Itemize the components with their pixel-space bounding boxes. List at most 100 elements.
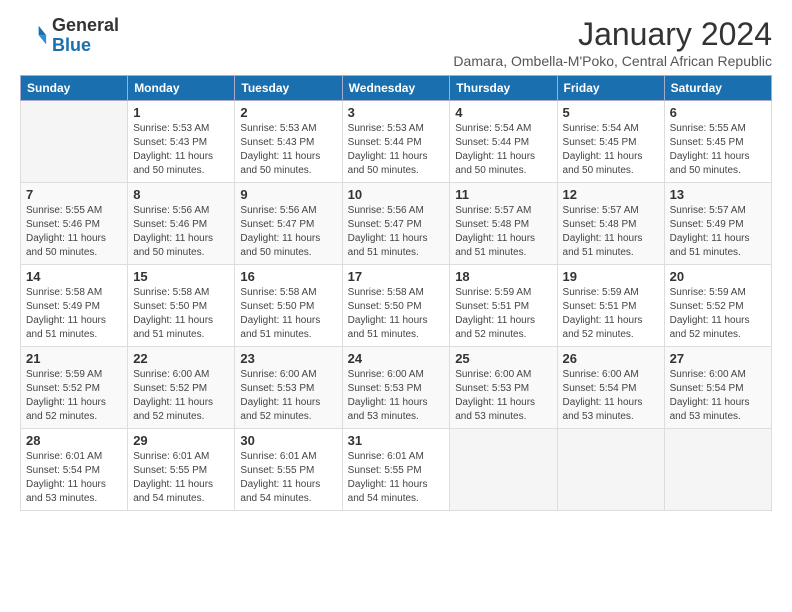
day-info: Sunrise: 5:54 AM Sunset: 5:44 PM Dayligh… <box>455 122 551 178</box>
day-info: Sunrise: 5:57 AM Sunset: 5:48 PM Dayligh… <box>563 204 659 260</box>
day-number: 24 <box>348 351 445 366</box>
week-row-4: 28 Sunrise: 6:01 AM Sunset: 5:54 PM Dayli… <box>21 429 772 511</box>
col-monday: Monday <box>128 76 235 101</box>
day-number: 1 <box>133 105 229 120</box>
day-info: Sunrise: 5:58 AM Sunset: 5:50 PM Dayligh… <box>348 286 445 342</box>
day-cell: 8Sunrise: 5:56 AM Sunset: 5:46 PM Daylig… <box>128 183 235 265</box>
logo-blue: Blue <box>52 35 91 55</box>
day-cell: 28 Sunrise: 6:01 AM Sunset: 5:54 PM Dayli… <box>21 429 128 511</box>
day-number: 20 <box>670 269 766 284</box>
col-tuesday: Tuesday <box>235 76 342 101</box>
day-info: Sunrise: 5:53 AM Sunset: 5:43 PM Dayligh… <box>240 122 336 178</box>
day-number: 27 <box>670 351 766 366</box>
day-number: 25 <box>455 351 551 366</box>
day-info: Sunrise: 5:57 AM Sunset: 5:48 PM Dayligh… <box>455 204 551 260</box>
day-info: Sunrise: 6:00 AM Sunset: 5:54 PM Dayligh… <box>563 368 659 424</box>
day-info: Sunrise: 5:55 AM Sunset: 5:46 PM Dayligh… <box>26 204 122 260</box>
calendar-container: General Blue January 2024 Damara, Ombell… <box>0 0 792 521</box>
day-cell: 25 Sunrise: 6:00 AM Sunset: 5:53 PM Dayli… <box>450 347 557 429</box>
day-number: 11 <box>455 187 551 202</box>
day-info: Sunrise: 6:00 AM Sunset: 5:53 PM Dayligh… <box>348 368 445 424</box>
day-cell: 15 Sunrise: 5:58 AM Sunset: 5:50 PM Dayli… <box>128 265 235 347</box>
day-cell: 24 Sunrise: 6:00 AM Sunset: 5:53 PM Dayli… <box>342 347 450 429</box>
day-number: 4 <box>455 105 551 120</box>
day-cell: 3 Sunrise: 5:53 AM Sunset: 5:44 PM Daylig… <box>342 101 450 183</box>
day-info: Sunrise: 5:53 AM Sunset: 5:44 PM Dayligh… <box>348 122 445 178</box>
day-info: Sunrise: 5:59 AM Sunset: 5:51 PM Dayligh… <box>455 286 551 342</box>
day-info: Sunrise: 5:53 AM Sunset: 5:43 PM Dayligh… <box>133 122 229 178</box>
day-number: 19 <box>563 269 659 284</box>
subtitle: Damara, Ombella-M'Poko, Central African … <box>453 53 772 69</box>
day-cell: 23 Sunrise: 6:00 AM Sunset: 5:53 PM Dayli… <box>235 347 342 429</box>
day-cell: 19 Sunrise: 5:59 AM Sunset: 5:51 PM Dayli… <box>557 265 664 347</box>
title-section: January 2024 Damara, Ombella-M'Poko, Cen… <box>453 16 772 69</box>
day-cell: 12 Sunrise: 5:57 AM Sunset: 5:48 PM Dayli… <box>557 183 664 265</box>
day-cell: 31 Sunrise: 6:01 AM Sunset: 5:55 PM Dayli… <box>342 429 450 511</box>
header: General Blue January 2024 Damara, Ombell… <box>20 16 772 69</box>
day-info: Sunrise: 6:00 AM Sunset: 5:53 PM Dayligh… <box>240 368 336 424</box>
col-saturday: Saturday <box>664 76 771 101</box>
day-info: Sunrise: 5:58 AM Sunset: 5:50 PM Dayligh… <box>133 286 229 342</box>
day-info: Sunrise: 5:59 AM Sunset: 5:52 PM Dayligh… <box>26 368 122 424</box>
calendar-header: Sunday Monday Tuesday Wednesday Thursday… <box>21 76 772 101</box>
day-info: Sunrise: 6:00 AM Sunset: 5:53 PM Dayligh… <box>455 368 551 424</box>
day-number: 26 <box>563 351 659 366</box>
day-number: 14 <box>26 269 122 284</box>
day-number: 5 <box>563 105 659 120</box>
day-cell: 30Sunrise: 6:01 AM Sunset: 5:55 PM Dayli… <box>235 429 342 511</box>
week-row-2: 14Sunrise: 5:58 AM Sunset: 5:49 PM Dayli… <box>21 265 772 347</box>
col-sunday: Sunday <box>21 76 128 101</box>
day-cell <box>21 101 128 183</box>
day-cell: 4 Sunrise: 5:54 AM Sunset: 5:44 PM Daylig… <box>450 101 557 183</box>
week-row-0: 1 Sunrise: 5:53 AM Sunset: 5:43 PM Daylig… <box>21 101 772 183</box>
day-info: Sunrise: 5:58 AM Sunset: 5:50 PM Dayligh… <box>240 286 336 342</box>
day-number: 6 <box>670 105 766 120</box>
col-thursday: Thursday <box>450 76 557 101</box>
day-info: Sunrise: 6:01 AM Sunset: 5:55 PM Dayligh… <box>240 450 336 506</box>
day-cell: 5 Sunrise: 5:54 AM Sunset: 5:45 PM Daylig… <box>557 101 664 183</box>
day-info: Sunrise: 6:01 AM Sunset: 5:55 PM Dayligh… <box>348 450 445 506</box>
day-cell: 21Sunrise: 5:59 AM Sunset: 5:52 PM Dayli… <box>21 347 128 429</box>
day-number: 12 <box>563 187 659 202</box>
day-cell: 7Sunrise: 5:55 AM Sunset: 5:46 PM Daylig… <box>21 183 128 265</box>
day-cell: 27Sunrise: 6:00 AM Sunset: 5:54 PM Dayli… <box>664 347 771 429</box>
day-cell: 26 Sunrise: 6:00 AM Sunset: 5:54 PM Dayli… <box>557 347 664 429</box>
day-cell: 20 Sunrise: 5:59 AM Sunset: 5:52 PM Dayli… <box>664 265 771 347</box>
week-row-3: 21Sunrise: 5:59 AM Sunset: 5:52 PM Dayli… <box>21 347 772 429</box>
day-cell: 9Sunrise: 5:56 AM Sunset: 5:47 PM Daylig… <box>235 183 342 265</box>
day-info: Sunrise: 5:56 AM Sunset: 5:47 PM Dayligh… <box>348 204 445 260</box>
week-row-1: 7Sunrise: 5:55 AM Sunset: 5:46 PM Daylig… <box>21 183 772 265</box>
day-number: 9 <box>240 187 336 202</box>
day-cell: 22 Sunrise: 6:00 AM Sunset: 5:52 PM Dayli… <box>128 347 235 429</box>
logo-text: General Blue <box>52 16 119 56</box>
day-number: 10 <box>348 187 445 202</box>
day-info: Sunrise: 6:01 AM Sunset: 5:54 PM Dayligh… <box>26 450 122 506</box>
day-number: 29 <box>133 433 229 448</box>
logo: General Blue <box>20 16 119 56</box>
day-cell: 6Sunrise: 5:55 AM Sunset: 5:45 PM Daylig… <box>664 101 771 183</box>
day-cell: 18Sunrise: 5:59 AM Sunset: 5:51 PM Dayli… <box>450 265 557 347</box>
day-info: Sunrise: 5:59 AM Sunset: 5:51 PM Dayligh… <box>563 286 659 342</box>
day-number: 2 <box>240 105 336 120</box>
day-cell <box>557 429 664 511</box>
day-info: Sunrise: 5:57 AM Sunset: 5:49 PM Dayligh… <box>670 204 766 260</box>
day-cell: 13 Sunrise: 5:57 AM Sunset: 5:49 PM Dayli… <box>664 183 771 265</box>
day-cell: 11 Sunrise: 5:57 AM Sunset: 5:48 PM Dayli… <box>450 183 557 265</box>
day-cell: 10 Sunrise: 5:56 AM Sunset: 5:47 PM Dayli… <box>342 183 450 265</box>
day-number: 23 <box>240 351 336 366</box>
header-row: Sunday Monday Tuesday Wednesday Thursday… <box>21 76 772 101</box>
day-info: Sunrise: 5:59 AM Sunset: 5:52 PM Dayligh… <box>670 286 766 342</box>
day-info: Sunrise: 6:00 AM Sunset: 5:52 PM Dayligh… <box>133 368 229 424</box>
day-number: 28 <box>26 433 122 448</box>
day-cell: 17Sunrise: 5:58 AM Sunset: 5:50 PM Dayli… <box>342 265 450 347</box>
day-number: 31 <box>348 433 445 448</box>
day-info: Sunrise: 6:01 AM Sunset: 5:55 PM Dayligh… <box>133 450 229 506</box>
day-cell: 16Sunrise: 5:58 AM Sunset: 5:50 PM Dayli… <box>235 265 342 347</box>
day-number: 13 <box>670 187 766 202</box>
day-cell: 14Sunrise: 5:58 AM Sunset: 5:49 PM Dayli… <box>21 265 128 347</box>
day-number: 3 <box>348 105 445 120</box>
day-info: Sunrise: 5:54 AM Sunset: 5:45 PM Dayligh… <box>563 122 659 178</box>
day-cell: 29 Sunrise: 6:01 AM Sunset: 5:55 PM Dayli… <box>128 429 235 511</box>
day-number: 22 <box>133 351 229 366</box>
day-number: 15 <box>133 269 229 284</box>
